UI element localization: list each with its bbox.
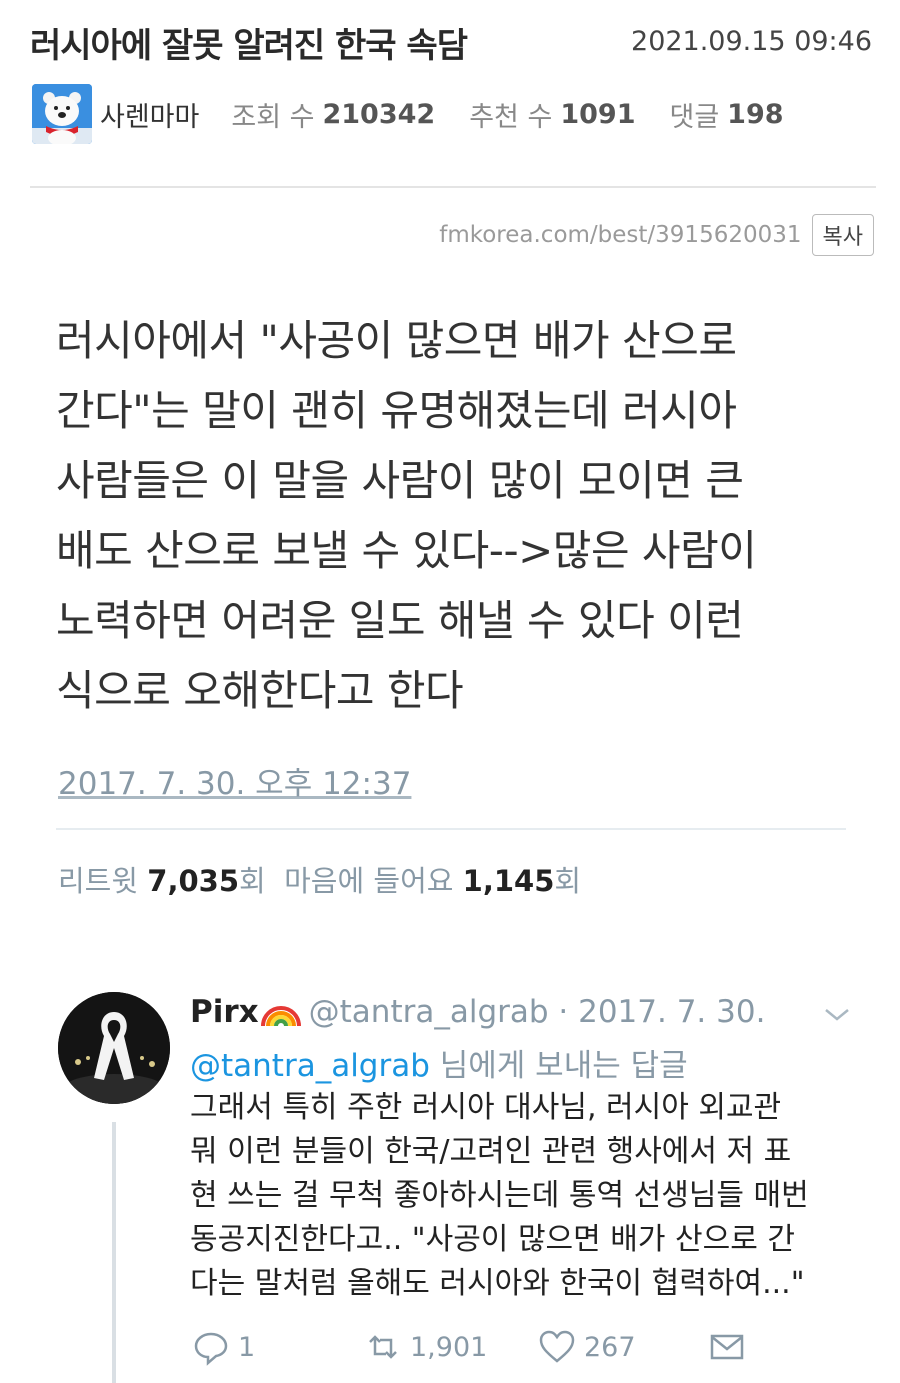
- reply-to-mention[interactable]: @tantra_algrab: [190, 1048, 430, 1084]
- views-count: 210342: [322, 98, 436, 130]
- message-action[interactable]: [708, 1328, 754, 1366]
- tweet-line: 사람들은 이 말을 사람이 많이 모이면 큰: [56, 456, 744, 505]
- tweet-line: 식으로 오해한다고 한다: [56, 666, 464, 715]
- like-stat-label: 마음에 들어요: [284, 864, 454, 898]
- tweet-line: 러시아에서 "사공이 많으면 배가 산으로: [56, 316, 737, 365]
- header-divider: [30, 186, 876, 188]
- post-url[interactable]: fmkorea.com/best/3915620031: [439, 222, 801, 248]
- reply-line: 뭐 이런 분들이 한국/고려인 관련 행사에서 저 표: [190, 1134, 792, 1169]
- url-row: fmkorea.com/best/3915620031 복사: [439, 214, 874, 256]
- retweet-stat-label: 리트윗: [58, 864, 139, 898]
- retweet-count: 1,901: [410, 1331, 488, 1363]
- reply-tweet: Pirx @tantra_algrab · 2017. 7. 30. @tant…: [0, 980, 900, 1383]
- reply-author-name[interactable]: Pirx: [190, 994, 259, 1030]
- tweet-timestamp[interactable]: 2017. 7. 30. 오후 12:37: [58, 758, 411, 803]
- heart-icon: [539, 1330, 575, 1363]
- retweet-action[interactable]: 1,901: [364, 1328, 487, 1366]
- like-stat-count[interactable]: 1,145: [463, 864, 555, 898]
- retweet-stat-count[interactable]: 7,035: [147, 864, 239, 898]
- comments-label: 댓글: [669, 101, 720, 133]
- reply-line: 동공지진한다고.. "사공이 많으면 배가 산으로 간: [190, 1222, 795, 1257]
- like-count: 267: [584, 1331, 636, 1363]
- copy-button[interactable]: 복사: [811, 214, 874, 256]
- chevron-down-icon[interactable]: [820, 1002, 854, 1026]
- reply-text: 그래서 특히 주한 러시아 대사님, 러시아 외교관 뭐 이런 분들이 한국/고…: [190, 1086, 870, 1306]
- comments-count: 198: [727, 98, 784, 130]
- post-meta: 사렌마마 조회 수 210342 추천 수 1091 댓글 198: [32, 84, 816, 144]
- reply-icon: [194, 1332, 228, 1366]
- reply-actions: 1 1,901 267: [192, 1328, 872, 1372]
- reply-to-line: @tantra_algrab 님에게 보내는 답글: [190, 1040, 688, 1085]
- like-stat-unit: 회: [554, 864, 582, 898]
- thread-line: [112, 1122, 116, 1383]
- recommend-count: 1091: [560, 98, 636, 130]
- post-title: 러시아에 잘못 알려진 한국 속담: [30, 26, 468, 66]
- reply-avatar[interactable]: [58, 992, 170, 1104]
- post-header: 러시아에 잘못 알려진 한국 속담 2021.09.15 09:46 사렌마마 …: [0, 0, 900, 190]
- reply-line: 현 쓰는 걸 무척 좋아하시는데 통역 선생님들 매번: [190, 1178, 809, 1213]
- reply-line: 그래서 특히 주한 러시아 대사님, 러시아 외교관: [190, 1090, 782, 1125]
- author-name[interactable]: 사렌마마: [100, 95, 199, 134]
- tweet-text: 러시아에서 "사공이 많으면 배가 산으로 간다"는 말이 괜히 유명해졌는데 …: [56, 306, 856, 726]
- tweet-line: 노력하면 어려운 일도 해낼 수 있다 이런: [56, 596, 744, 645]
- tweet-line: 간다"는 말이 괜히 유명해졌는데 러시아: [56, 386, 737, 435]
- recommend-label: 추천 수: [469, 101, 553, 133]
- reply-header: Pirx @tantra_algrab · 2017. 7. 30.: [190, 994, 765, 1030]
- reply-to-suffix: 님에게 보내는 답글: [429, 1048, 688, 1084]
- rainbow-emoji-icon: [260, 1006, 301, 1027]
- like-action[interactable]: 267: [538, 1328, 636, 1366]
- tweet-divider: [56, 828, 846, 830]
- reply-action[interactable]: 1: [192, 1328, 255, 1366]
- envelope-icon: [710, 1334, 744, 1360]
- retweet-icon: [369, 1335, 397, 1359]
- reply-line: 다는 말처럼 올해도 러시아와 한국이 협력하여...": [190, 1266, 805, 1301]
- reply-count: 1: [238, 1331, 256, 1363]
- ribbon-avatar-icon: [58, 992, 170, 1104]
- post-date: 2021.09.15 09:46: [631, 26, 872, 57]
- author-avatar[interactable]: [32, 84, 92, 144]
- reply-handle-date[interactable]: @tantra_algrab · 2017. 7. 30.: [309, 994, 766, 1030]
- tweet-line: 배도 산으로 보낼 수 있다-->많은 사람이: [56, 526, 757, 575]
- polar-bear-icon: [32, 84, 92, 144]
- views-label: 조회 수: [231, 101, 315, 133]
- retweet-stat-unit: 회: [239, 864, 266, 898]
- tweet-stats: 리트윗 7,035회 마음에 들어요 1,145회: [58, 858, 581, 900]
